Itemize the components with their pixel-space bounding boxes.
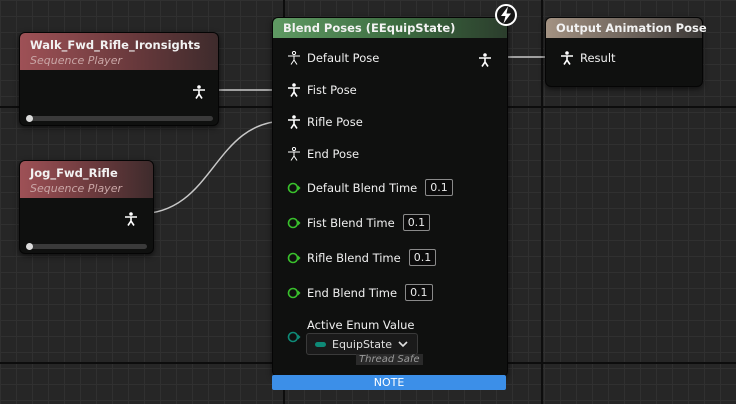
person-pose-icon[interactable] — [287, 50, 301, 65]
playback-position-slider[interactable] — [26, 115, 213, 122]
person-pose-icon[interactable] — [192, 84, 206, 103]
node-header: Jog_Fwd_Rifle Sequence Player — [20, 161, 153, 198]
active-enum-label-row: Active Enum Value — [307, 318, 415, 332]
node-subtitle: Sequence Player — [30, 182, 122, 195]
node-title: Jog_Fwd_Rifle — [30, 166, 118, 180]
pin-label: End Pose — [307, 147, 360, 161]
float-pin-icon[interactable] — [287, 286, 301, 300]
pin-fist-blend-time[interactable]: Fist Blend Time 0.1 — [287, 214, 431, 231]
pin-label: Default Blend Time — [307, 180, 418, 195]
pin-label: Result — [580, 51, 616, 65]
node-title: Walk_Fwd_Rifle_Ironsights — [30, 38, 201, 52]
pin-end-pose[interactable]: End Pose — [287, 146, 360, 161]
enum-dropdown[interactable]: EquipState — [306, 333, 418, 355]
thread-safe-label: Thread Safe — [356, 354, 423, 365]
playback-position-slider[interactable] — [26, 243, 147, 250]
pin-fist-pose[interactable]: Fist Pose — [287, 83, 357, 97]
node-header: Blend Poses (EEquipState) — [273, 18, 507, 38]
pin-default-blend-time[interactable]: Default Blend Time 0.1 — [287, 179, 453, 196]
person-pose-icon[interactable] — [287, 146, 301, 161]
output-pose-pin-icon[interactable] — [478, 52, 492, 71]
person-pose-icon[interactable] — [124, 211, 138, 230]
pin-active-enum-value[interactable] — [287, 330, 307, 344]
pin-result[interactable]: Result — [560, 51, 616, 65]
person-pose-icon[interactable] — [560, 51, 574, 65]
pin-end-blend-time[interactable]: End Blend Time 0.1 — [287, 284, 433, 301]
note-bar[interactable]: NOTE — [272, 375, 506, 390]
sequence-player-jog-node[interactable]: Jog_Fwd_Rifle Sequence Player — [19, 160, 154, 254]
pin-label: Fist Pose — [307, 83, 357, 97]
blend-poses-node[interactable]: Blend Poses (EEquipState) Default Pose F… — [272, 17, 508, 377]
pin-default-pose[interactable]: Default Pose — [287, 50, 380, 65]
pin-label: Rifle Pose — [307, 115, 363, 129]
pin-label: Active Enum Value — [307, 318, 415, 332]
float-pin-icon[interactable] — [287, 216, 301, 230]
node-header: Walk_Fwd_Rifle_Ironsights Sequence Playe… — [20, 33, 218, 70]
float-pin-icon[interactable] — [287, 181, 301, 195]
pin-label: Fist Blend Time — [307, 215, 395, 230]
pin-rifle-pose[interactable]: Rifle Pose — [287, 115, 363, 129]
float-pin-icon[interactable] — [287, 251, 301, 265]
blend-time-input[interactable]: 0.1 — [408, 249, 437, 266]
person-pose-icon[interactable] — [287, 83, 301, 97]
enum-pin-icon[interactable] — [287, 330, 301, 344]
chevron-down-icon — [398, 338, 408, 351]
blend-time-input[interactable]: 0.1 — [425, 179, 453, 196]
person-pose-icon[interactable] — [287, 115, 301, 129]
enum-dropdown-value: EquipState — [332, 337, 393, 351]
pin-label: Rifle Blend Time — [307, 250, 401, 265]
lightning-icon — [494, 3, 518, 27]
node-subtitle: Sequence Player — [30, 54, 122, 67]
blend-time-input[interactable]: 0.1 — [405, 284, 433, 301]
pin-label: End Blend Time — [307, 285, 398, 300]
blend-time-input[interactable]: 0.1 — [402, 214, 431, 231]
wire-jog-to-rifle[interactable] — [137, 120, 287, 215]
enum-color-chip — [315, 341, 326, 347]
node-header: Output Animation Pose — [546, 18, 707, 38]
slider-knob[interactable] — [26, 243, 33, 250]
node-title: Output Animation Pose — [556, 21, 707, 35]
pin-rifle-blend-time[interactable]: Rifle Blend Time 0.1 — [287, 249, 437, 266]
output-animation-pose-node[interactable]: Output Animation Pose Result — [545, 17, 707, 87]
sequence-player-walk-node[interactable]: Walk_Fwd_Rifle_Ironsights Sequence Playe… — [19, 32, 219, 126]
pin-label: Default Pose — [307, 51, 380, 65]
node-title: Blend Poses (EEquipState) — [283, 21, 456, 35]
slider-knob[interactable] — [26, 115, 33, 122]
